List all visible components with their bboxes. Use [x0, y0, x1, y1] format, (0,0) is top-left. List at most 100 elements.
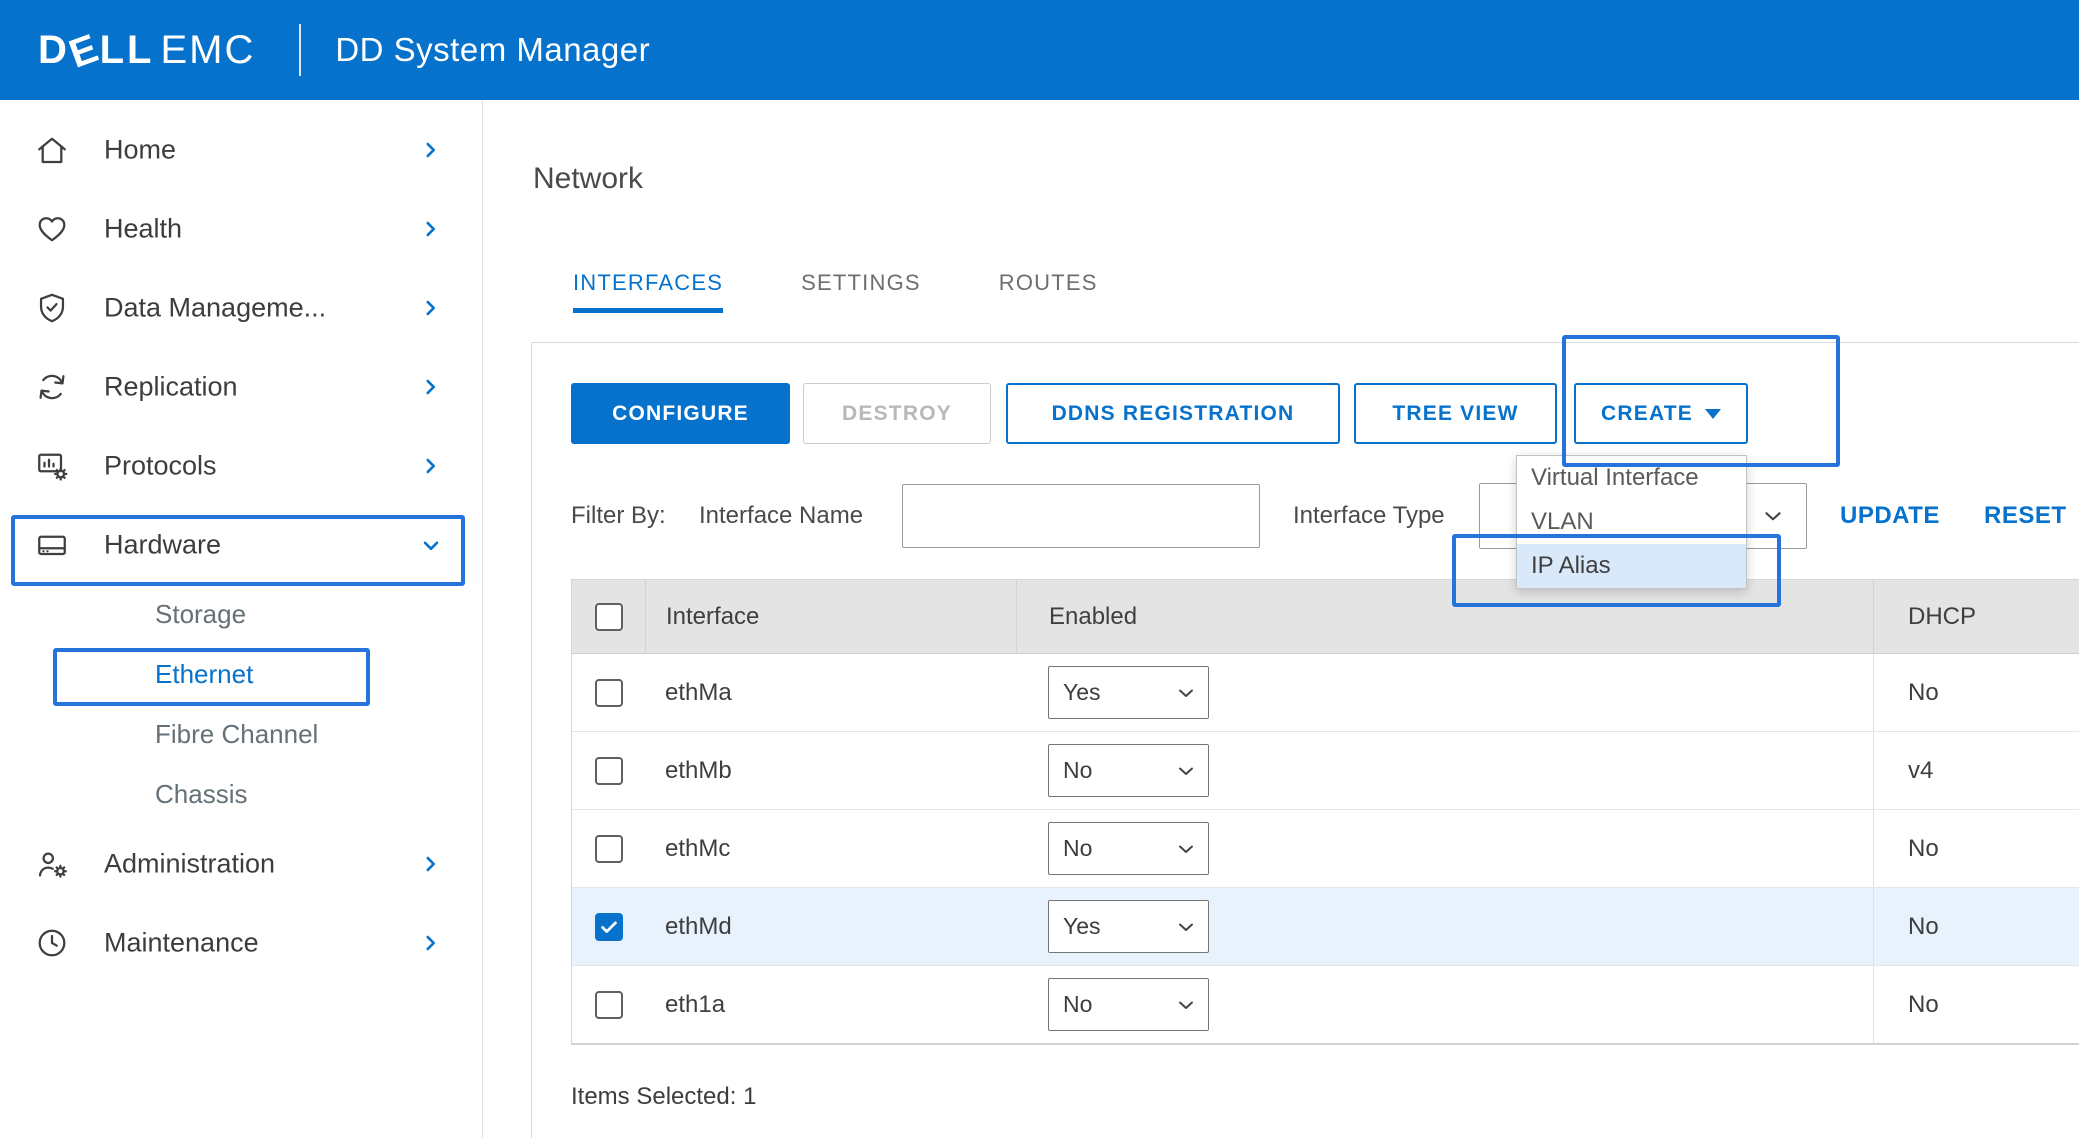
sidebar-item-label: Hardware [104, 529, 221, 560]
enabled-cell: No [1016, 966, 1873, 1043]
toolbar: CONFIGURE DESTROY DDNS REGISTRATION TREE… [571, 383, 1748, 444]
sidebar-item-storage[interactable]: Storage [0, 584, 482, 644]
sidebar-item-label: Maintenance [104, 927, 259, 958]
menu-item-virtual-interface[interactable]: Virtual Interface [1517, 456, 1746, 500]
enabled-select-value: Yes [1063, 679, 1101, 706]
table-row: ethMa Yes No [572, 654, 2079, 732]
tab-routes[interactable]: ROUTES [999, 270, 1098, 313]
chevron-down-icon [1174, 837, 1198, 861]
row-checkbox-cell [572, 888, 645, 965]
reset-link[interactable]: RESET [1984, 502, 2067, 530]
hardware-icon [34, 527, 70, 563]
create-button-label: CREATE [1601, 402, 1693, 426]
sidebar-item-label: Administration [104, 848, 275, 879]
create-button[interactable]: CREATE [1574, 383, 1748, 444]
menu-item-ip-alias[interactable]: IP Alias [1517, 544, 1746, 588]
tab-interfaces[interactable]: INTERFACES [573, 270, 723, 313]
sub-item-label: Fibre Channel [155, 719, 318, 750]
table-row: ethMc No No [572, 810, 2079, 888]
interface-name-label: Interface Name [699, 502, 863, 530]
table-row: ethMd Yes No [572, 888, 2079, 966]
interface-name: ethMa [645, 654, 1016, 731]
row-checkbox[interactable] [595, 991, 623, 1019]
clock-icon [34, 925, 70, 961]
menu-item-vlan[interactable]: VLAN [1517, 500, 1746, 544]
chevron-right-icon[interactable] [418, 137, 444, 163]
sidebar-item-protocols[interactable]: Protocols [0, 426, 482, 505]
interface-name: eth1a [645, 966, 1016, 1043]
row-checkbox-cell [572, 732, 645, 809]
filter-row: Filter By: Interface Name Interface Type… [532, 483, 2079, 549]
interface-name-input[interactable] [902, 484, 1260, 548]
person-gear-icon [34, 846, 70, 882]
row-checkbox-cell [572, 966, 645, 1043]
dhcp-value: No [1873, 888, 2079, 965]
chevron-down-icon [1174, 915, 1198, 939]
chevron-right-icon[interactable] [418, 453, 444, 479]
tab-bar: INTERFACES SETTINGS ROUTES [573, 270, 1176, 313]
interface-name: ethMd [645, 888, 1016, 965]
sidebar-item-fibre-channel[interactable]: Fibre Channel [0, 704, 482, 764]
enabled-select-value: No [1063, 991, 1092, 1018]
sync-icon [34, 369, 70, 405]
sidebar-item-hardware[interactable]: Hardware [0, 505, 482, 584]
app-title: DD System Manager [335, 31, 650, 69]
chevron-right-icon[interactable] [418, 216, 444, 242]
row-checkbox[interactable] [595, 835, 623, 863]
sidebar-item-health[interactable]: Health [0, 189, 482, 268]
sidebar-item-replication[interactable]: Replication [0, 347, 482, 426]
enabled-select[interactable]: No [1048, 822, 1209, 875]
row-checkbox[interactable] [595, 913, 623, 941]
chevron-right-icon[interactable] [418, 851, 444, 877]
destroy-button[interactable]: DESTROY [803, 383, 991, 444]
page-title: Network [533, 162, 643, 196]
tab-settings[interactable]: SETTINGS [801, 270, 921, 313]
emc-wordmark: EMC [160, 28, 255, 73]
row-checkbox-cell [572, 654, 645, 731]
main-content: Network INTERFACES SETTINGS ROUTES CONFI… [483, 100, 2079, 1138]
dell-letters-ll: LL [100, 28, 155, 72]
enabled-cell: Yes [1016, 654, 1873, 731]
chevron-right-icon[interactable] [418, 930, 444, 956]
sidebar-item-label: Health [104, 213, 182, 244]
row-checkbox[interactable] [595, 679, 623, 707]
chevron-right-icon[interactable] [418, 374, 444, 400]
chevron-down-icon[interactable] [418, 532, 444, 558]
sidebar-item-chassis[interactable]: Chassis [0, 764, 482, 824]
enabled-select[interactable]: Yes [1048, 900, 1209, 953]
table-header-row: Interface Enabled DHCP [572, 580, 2079, 654]
enabled-select[interactable]: Yes [1048, 666, 1209, 719]
table-row: eth1a No No [572, 966, 2079, 1044]
configure-button[interactable]: CONFIGURE [571, 383, 790, 444]
sidebar-item-administration[interactable]: Administration [0, 824, 482, 903]
enabled-select-value: No [1063, 757, 1092, 784]
dhcp-value: No [1873, 810, 2079, 887]
hardware-submenu: Storage Ethernet Fibre Channel Chassis [0, 584, 482, 824]
sidebar-item-maintenance[interactable]: Maintenance [0, 903, 482, 982]
sidebar-item-ethernet[interactable]: Ethernet [0, 644, 482, 704]
chevron-down-icon [1760, 503, 1786, 529]
dell-emc-logo: DELL EMC [38, 28, 255, 73]
sidebar-item-label: Protocols [104, 450, 217, 481]
chevron-down-icon [1174, 759, 1198, 783]
enabled-select[interactable]: No [1048, 744, 1209, 797]
sub-item-label: Chassis [155, 779, 247, 810]
chevron-right-icon[interactable] [418, 295, 444, 321]
sidebar-item-label: Replication [104, 371, 238, 402]
update-link[interactable]: UPDATE [1840, 502, 1940, 530]
filter-by-label: Filter By: [571, 502, 666, 530]
select-all-checkbox[interactable] [595, 603, 623, 631]
column-header-dhcp: DHCP [1873, 580, 2079, 653]
sidebar-item-home[interactable]: Home [0, 110, 482, 189]
table-row: ethMb No v4 [572, 732, 2079, 810]
interface-name: ethMb [645, 732, 1016, 809]
enabled-select[interactable]: No [1048, 978, 1209, 1031]
home-icon [34, 132, 70, 168]
sidebar-item-data-management[interactable]: Data Manageme... [0, 268, 482, 347]
ddns-registration-button[interactable]: DDNS REGISTRATION [1006, 383, 1340, 444]
dell-wordmark: DELL [38, 28, 154, 73]
row-checkbox[interactable] [595, 757, 623, 785]
dhcp-value: No [1873, 966, 2079, 1043]
sidebar-item-label: Home [104, 134, 176, 165]
tree-view-button[interactable]: TREE VIEW [1354, 383, 1557, 444]
